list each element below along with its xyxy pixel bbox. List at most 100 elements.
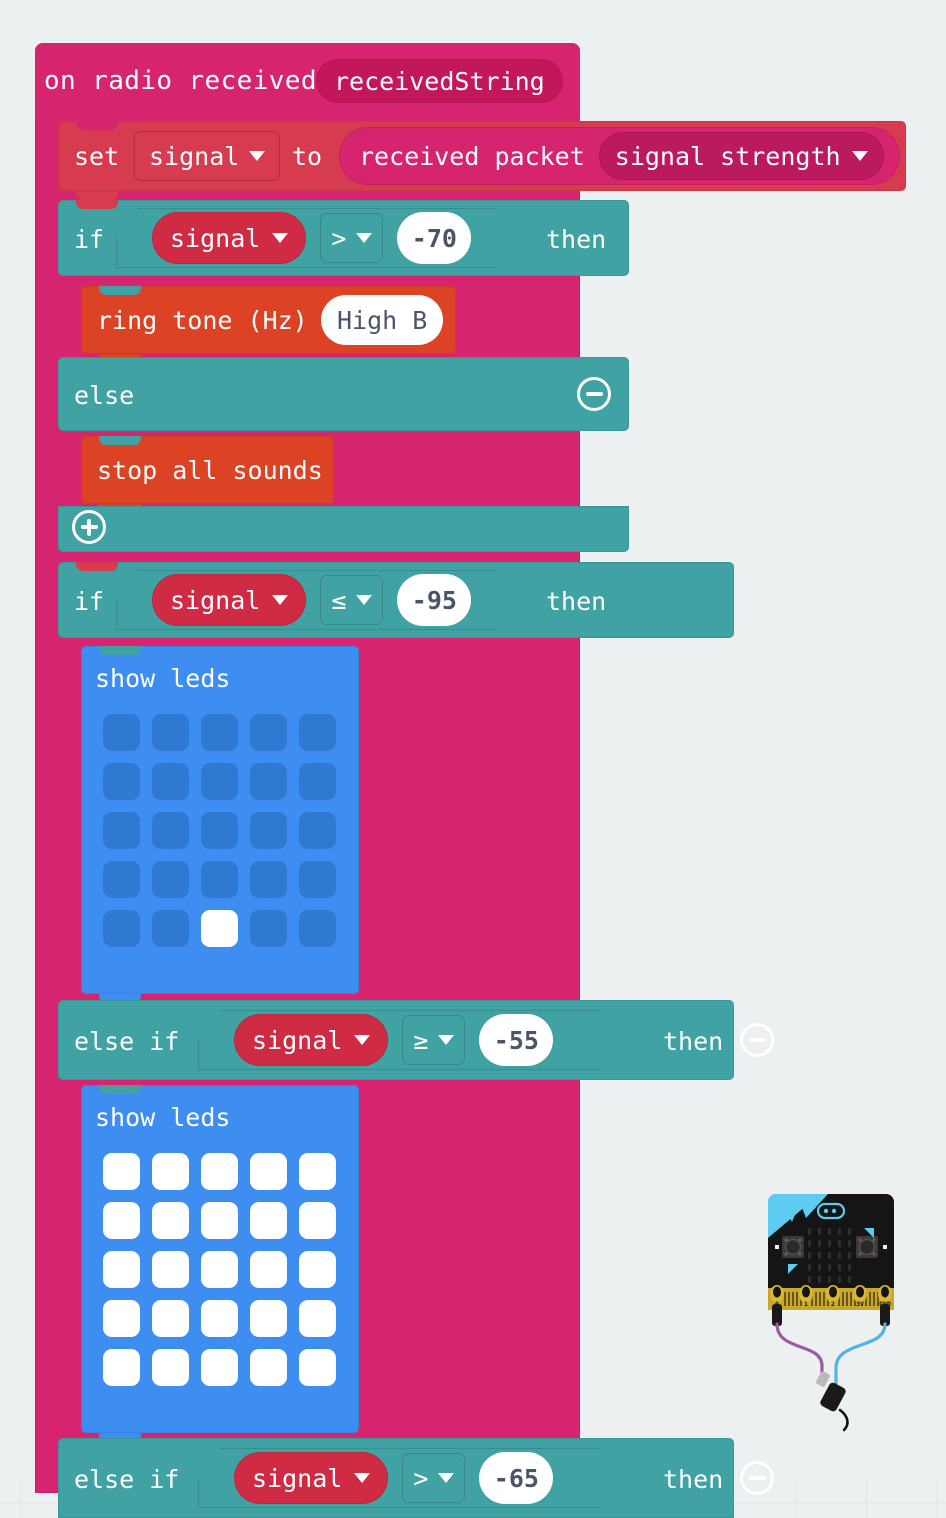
led-cell[interactable] (103, 1251, 140, 1288)
variable-reporter-signal-3[interactable]: signal (234, 1014, 389, 1066)
led-cell[interactable] (103, 1202, 140, 1239)
number-input-4[interactable]: -65 (479, 1452, 554, 1504)
else-if-row-1[interactable]: else if signal ≥ -55 then (58, 1000, 774, 1080)
led-cell[interactable] (201, 1153, 238, 1190)
comparison-block-4[interactable]: signal > -65 (198, 1448, 553, 1508)
led-cell[interactable] (103, 1349, 140, 1386)
led-cell[interactable] (103, 910, 140, 947)
if-block-1-header[interactable]: if signal > -70 then (58, 200, 629, 276)
number-input-1[interactable]: -70 (397, 212, 472, 264)
operator-label-1: > (331, 223, 347, 253)
led-cell[interactable] (103, 714, 140, 751)
led-cell[interactable] (250, 1349, 287, 1386)
led-cell[interactable] (299, 1153, 336, 1190)
number-input-3[interactable]: -55 (479, 1014, 554, 1066)
led-cell[interactable] (201, 861, 238, 898)
chevron-down-icon (354, 1473, 371, 1483)
led-cell[interactable] (299, 763, 336, 800)
ring-tone-label: ring tone (Hz) (97, 306, 308, 335)
led-cell[interactable] (201, 1202, 238, 1239)
led-cell[interactable] (299, 1349, 336, 1386)
led-cell[interactable] (152, 910, 189, 947)
operator-label-3: ≥ (413, 1025, 429, 1055)
led-cell[interactable] (250, 1202, 287, 1239)
led-cell[interactable] (250, 763, 287, 800)
led-cell[interactable] (152, 763, 189, 800)
set-variable-block[interactable]: set signal to received packet signal str… (58, 121, 906, 200)
led-cell[interactable] (152, 1153, 189, 1190)
led-cell[interactable] (152, 812, 189, 849)
operator-dropdown-4[interactable]: > (402, 1453, 466, 1503)
led-cell[interactable] (250, 861, 287, 898)
led-matrix-2[interactable] (103, 1153, 336, 1386)
number-input-2[interactable]: -95 (397, 574, 472, 626)
led-cell[interactable] (103, 812, 140, 849)
led-cell[interactable] (299, 1300, 336, 1337)
event-parameter-label: receivedString (334, 66, 545, 96)
event-parameter-receivedstring[interactable]: receivedString (316, 59, 563, 103)
variable-reporter-signal-4[interactable]: signal (234, 1452, 389, 1504)
else-if-row-2[interactable]: else if signal > -65 then (58, 1438, 774, 1518)
led-cell[interactable] (299, 1251, 336, 1288)
led-cell[interactable] (299, 714, 336, 751)
led-cell[interactable] (103, 763, 140, 800)
led-cell[interactable] (299, 910, 336, 947)
led-cell[interactable] (250, 1251, 287, 1288)
led-cell[interactable] (152, 1300, 189, 1337)
if-block-2-header[interactable]: if signal ≤ -95 then (58, 562, 734, 638)
received-packet-block[interactable]: received packet signal strength (339, 127, 900, 185)
blocks-canvas[interactable]: on radio received receivedString set sig… (0, 0, 946, 1518)
stop-all-sounds-block[interactable]: stop all sounds (81, 436, 334, 513)
led-cell[interactable] (250, 1300, 287, 1337)
if-block-1-footer[interactable] (58, 506, 629, 552)
led-cell[interactable] (152, 714, 189, 751)
signal-strength-dropdown[interactable]: signal strength (598, 132, 884, 180)
led-cell[interactable] (152, 1202, 189, 1239)
tone-picker-field[interactable]: High B (321, 295, 444, 345)
minus-circle-icon[interactable] (577, 377, 611, 411)
led-cell[interactable] (299, 861, 336, 898)
led-cell[interactable] (201, 1251, 238, 1288)
led-cell[interactable] (152, 861, 189, 898)
if-keyword-1: if (74, 225, 105, 254)
minus-bar (748, 1476, 766, 1480)
led-cell[interactable] (201, 714, 238, 751)
led-cell[interactable] (299, 812, 336, 849)
led-cell[interactable] (299, 1202, 336, 1239)
operator-dropdown-2[interactable]: ≤ (320, 575, 384, 625)
comparison-block-1[interactable]: signal > -70 (116, 208, 471, 268)
show-leds-label-2: show leds (95, 1103, 231, 1132)
led-cell[interactable] (250, 714, 287, 751)
led-matrix-1[interactable] (103, 714, 336, 947)
event-block-title: on radio received (44, 66, 317, 96)
plus-circle-icon[interactable] (72, 510, 106, 544)
chevron-down-icon (438, 1473, 455, 1483)
led-cell[interactable] (201, 812, 238, 849)
else-row-1[interactable]: else (58, 357, 629, 431)
led-cell[interactable] (103, 1300, 140, 1337)
comparison-block-2[interactable]: signal ≤ -95 (116, 570, 471, 630)
minus-circle-icon[interactable] (740, 1461, 774, 1495)
led-cell[interactable] (250, 812, 287, 849)
led-cell[interactable] (250, 910, 287, 947)
ring-tone-block[interactable]: ring tone (Hz) High B (81, 286, 456, 363)
led-cell[interactable] (250, 1153, 287, 1190)
variable-reporter-signal-1[interactable]: signal (152, 212, 307, 264)
led-cell[interactable] (201, 1349, 238, 1386)
show-leds-block-1[interactable]: show leds (81, 646, 359, 1003)
variable-reporter-signal-2[interactable]: signal (152, 574, 307, 626)
led-cell[interactable] (152, 1349, 189, 1386)
minus-circle-icon[interactable] (740, 1023, 774, 1057)
led-cell[interactable] (103, 1153, 140, 1190)
led-cell[interactable] (201, 1300, 238, 1337)
led-cell[interactable] (103, 861, 140, 898)
tone-value-label: High B (337, 305, 428, 335)
variable-dropdown-signal[interactable]: signal (134, 131, 281, 181)
comparison-block-3[interactable]: signal ≥ -55 (198, 1010, 553, 1070)
led-cell[interactable] (201, 910, 238, 947)
led-cell[interactable] (201, 763, 238, 800)
operator-dropdown-3[interactable]: ≥ (402, 1015, 466, 1065)
operator-dropdown-1[interactable]: > (320, 213, 384, 263)
show-leds-block-2[interactable]: show leds (81, 1085, 359, 1442)
led-cell[interactable] (152, 1251, 189, 1288)
